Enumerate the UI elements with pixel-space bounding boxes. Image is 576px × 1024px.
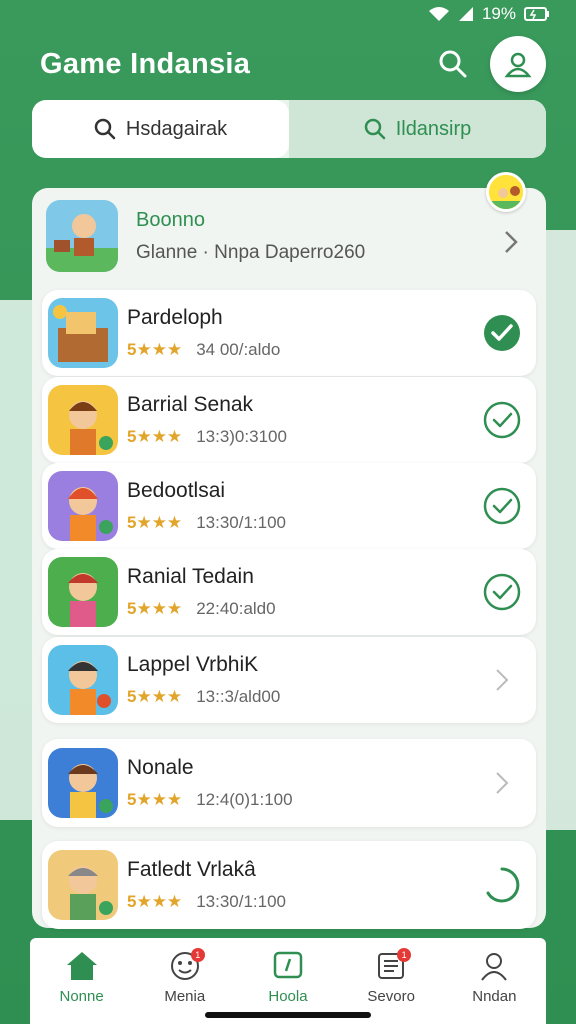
game-name: Barrial Senak (127, 393, 254, 416)
game-name: Fatledt Vrlakâ (127, 858, 256, 881)
game-card[interactable]: Bedootlsai 5★★★ 13:30/1:100 (42, 463, 536, 549)
game-thumbnail (48, 471, 118, 541)
tab-label: Ildansirp (395, 117, 472, 140)
user-icon (481, 953, 508, 981)
game-thumbnail (48, 557, 118, 627)
game-card[interactable]: Nonale 5★★★ 12:4(0)1:100 (42, 739, 536, 827)
search-button[interactable] (438, 49, 468, 79)
chevron-right-icon (504, 230, 518, 259)
notification-badge: 1 (397, 948, 412, 962)
app-title: Game Indansia (40, 47, 251, 80)
loading-button[interactable] (482, 865, 522, 905)
game-rating: 5★★★ (127, 687, 183, 706)
game-card[interactable]: Lappel VrbhiK 5★★★ 13::3/ald00 (42, 637, 536, 723)
game-name: Bedootlsai (127, 479, 226, 502)
check-filled-icon (484, 315, 520, 351)
home-icon (66, 952, 97, 980)
game-detail: 22:40:ald0 (196, 599, 276, 618)
installed-check-button[interactable] (482, 313, 522, 353)
signal-icon (458, 7, 473, 21)
game-rating: 5★★★ (127, 790, 183, 809)
game-name: Ranial Tedain (127, 565, 254, 588)
game-thumbnail (48, 850, 118, 920)
home-indicator[interactable] (205, 1012, 371, 1018)
tab-search-secondary[interactable]: Ildansirp (289, 100, 546, 158)
battery-icon (524, 7, 549, 21)
game-rating: 5★★★ (127, 599, 183, 618)
check-button[interactable] (482, 400, 522, 440)
check-outline-icon (483, 573, 521, 611)
nav-item-profile[interactable]: Nndan (446, 938, 542, 1024)
chevron-right-icon (496, 669, 509, 691)
featured-game[interactable]: Boonno Glanne · Nnpa Daperro260 (34, 172, 544, 282)
game-detail: 13:30/1:100 (196, 892, 286, 911)
game-rating: 5★★★ (127, 892, 183, 911)
game-detail: 13::3/ald00 (196, 687, 281, 706)
status-bar: 19% (0, 0, 576, 28)
wifi-icon (428, 7, 449, 21)
game-thumbnail (48, 385, 118, 455)
featured-game-thumbnail (46, 200, 118, 272)
game-name: Lappel VrbhiK (127, 653, 259, 676)
game-name: Pardeloph (127, 306, 223, 329)
game-rating: 5★★★ (127, 340, 183, 359)
search-icon (439, 50, 467, 78)
user-icon (504, 52, 532, 78)
game-thumbnail (48, 645, 118, 715)
game-rating: 5★★★ (127, 427, 183, 446)
nav-label: Nndan (472, 988, 517, 1005)
check-outline-icon (483, 401, 521, 439)
check-outline-icon (483, 487, 521, 525)
featured-game-subtitle: Glanne · Nnpa Daperro260 (136, 241, 366, 263)
chat-icon (273, 951, 303, 979)
game-thumbnail (48, 298, 118, 368)
game-card[interactable]: Ranial Tedain 5★★★ 22:40:ald0 (42, 549, 536, 635)
loading-spinner-icon (486, 867, 520, 903)
chevron-right-icon (496, 772, 509, 794)
game-card[interactable]: Pardeloph 5★★★ 34 00/:aldo (42, 290, 536, 376)
game-detail: 13:3)0:3100 (196, 427, 287, 446)
nav-label: Hoola (268, 988, 308, 1005)
nav-item-home[interactable]: Nonne (34, 938, 130, 1024)
check-button[interactable] (482, 572, 522, 612)
game-rating: 5★★★ (127, 513, 183, 532)
nav-label: Nonne (59, 988, 104, 1005)
game-name: Nonale (127, 756, 194, 779)
search-tabs: Hsdagairak Ildansirp (32, 100, 546, 158)
nav-label: Sevoro (367, 988, 415, 1005)
check-button[interactable] (482, 486, 522, 526)
battery-percent: 19% (481, 4, 516, 23)
game-card[interactable]: Fatledt Vrlakâ 5★★★ 13:30/1:100 (42, 841, 536, 929)
game-thumbnail (48, 748, 118, 818)
game-detail: 13:30/1:100 (196, 513, 286, 532)
chevron-button[interactable] (482, 763, 522, 803)
profile-button[interactable] (490, 36, 546, 92)
featured-game-title: Boonno (136, 208, 205, 231)
app-header: Game Indansia (40, 36, 546, 92)
notification-badge: 1 (190, 948, 205, 962)
game-card[interactable]: Barrial Senak 5★★★ 13:3)0:3100 (42, 377, 536, 463)
chevron-button[interactable] (482, 660, 522, 700)
game-detail: 34 00/:aldo (196, 340, 281, 359)
search-icon (364, 118, 385, 140)
game-detail: 12:4(0)1:100 (196, 790, 293, 809)
nav-label: Menia (164, 988, 206, 1005)
tab-label: Hsdagairak (125, 117, 228, 140)
tab-search-primary[interactable]: Hsdagairak (32, 100, 289, 158)
search-icon (94, 118, 116, 140)
featured-badge (486, 172, 526, 212)
